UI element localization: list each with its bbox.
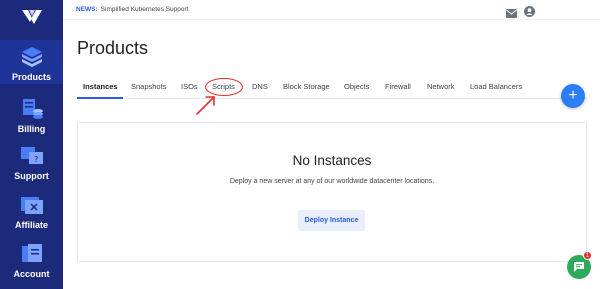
tab-firewall[interactable]: Firewall xyxy=(385,82,411,91)
user-avatar-icon[interactable] xyxy=(524,4,535,22)
sidebar-item-products[interactable]: Products xyxy=(0,40,63,84)
tab-snapshots[interactable]: Snapshots xyxy=(131,82,166,91)
active-tab-indicator xyxy=(77,97,123,99)
tab-block-storage[interactable]: Block Storage xyxy=(283,82,330,91)
vultr-logo[interactable] xyxy=(0,0,63,36)
products-icon xyxy=(20,44,44,70)
billing-icon xyxy=(19,96,45,122)
tab-load-balancers[interactable]: Load Balancers xyxy=(470,82,522,91)
empty-state-subtitle: Deploy a new server at any of our worldw… xyxy=(229,178,435,185)
sidebar-item-label: Billing xyxy=(17,124,46,134)
chat-icon xyxy=(574,262,584,272)
annotation-arrow-icon xyxy=(196,96,215,115)
empty-state-panel: No Instances Deploy a new server at any … xyxy=(77,122,587,262)
sidebar: Products Billing ? Support Affiliate Acc… xyxy=(0,0,63,289)
deploy-instance-button[interactable]: Deploy Instance xyxy=(298,210,365,231)
account-icon xyxy=(19,241,45,267)
news-label: NEWS: xyxy=(76,6,98,13)
tab-dns[interactable]: DNS xyxy=(252,82,268,91)
sidebar-item-label: Products xyxy=(11,72,51,82)
sidebar-item-support[interactable]: ? Support xyxy=(0,139,63,183)
chat-notification-badge: 1 xyxy=(583,251,592,260)
top-bar: NEWS: Simplified Kubernetes Support xyxy=(63,0,600,20)
news-text: Simplified Kubernetes Support xyxy=(100,6,189,13)
page-title: Products xyxy=(77,38,149,58)
sidebar-item-affiliate[interactable]: Affiliate xyxy=(0,188,63,232)
sidebar-item-label: Affiliate xyxy=(14,220,48,230)
tab-network[interactable]: Network xyxy=(427,82,455,91)
empty-state-title: No Instances xyxy=(292,153,372,168)
tab-bar: Instances Snapshots ISOs Scripts DNS Blo… xyxy=(77,74,587,99)
svg-text:?: ? xyxy=(34,155,38,164)
affiliate-icon xyxy=(19,192,45,218)
sidebar-item-account[interactable]: Account xyxy=(0,237,63,281)
news-banner[interactable]: NEWS: Simplified Kubernetes Support xyxy=(76,6,188,13)
mail-icon[interactable] xyxy=(506,5,517,23)
support-icon: ? xyxy=(19,143,45,169)
sidebar-item-label: Account xyxy=(13,269,50,279)
app-root: Products Billing ? Support Affiliate Acc… xyxy=(0,0,600,289)
sidebar-item-billing[interactable]: Billing xyxy=(0,92,63,136)
tab-instances[interactable]: Instances xyxy=(83,82,118,91)
add-button[interactable]: + xyxy=(561,84,585,108)
tab-objects[interactable]: Objects xyxy=(344,82,369,91)
sidebar-item-label: Support xyxy=(14,171,49,181)
tab-isos[interactable]: ISOs xyxy=(181,82,198,91)
